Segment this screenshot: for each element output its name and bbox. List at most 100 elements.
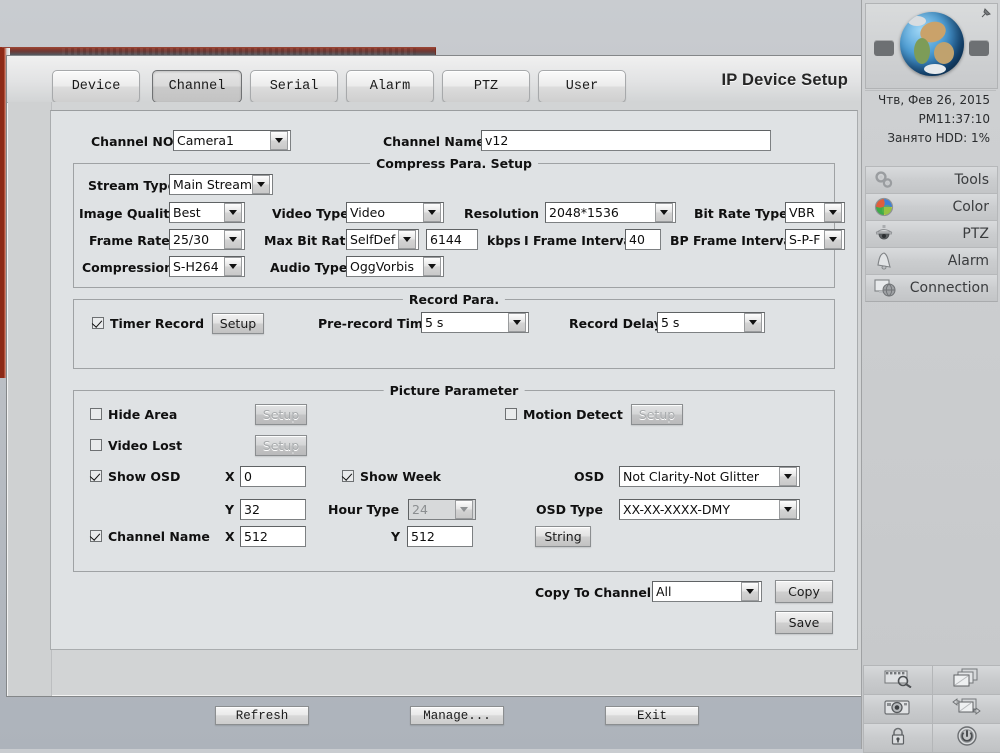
motion-detect-checkbox[interactable] bbox=[505, 408, 517, 420]
osd-type-select[interactable]: XX-XX-XXXX-DMY bbox=[619, 499, 800, 520]
tab-serial[interactable]: Serial bbox=[250, 70, 338, 103]
copy-button[interactable]: Copy bbox=[775, 580, 833, 603]
tab-user[interactable]: User bbox=[538, 70, 626, 103]
exit-button[interactable]: Exit bbox=[605, 706, 699, 725]
timer-record-checkbox[interactable] bbox=[92, 317, 104, 329]
chevron-down-icon[interactable] bbox=[423, 257, 441, 276]
resolution-select[interactable]: 2048*1536 bbox=[545, 202, 676, 223]
channel-name-input[interactable]: v12 bbox=[481, 130, 771, 151]
left-clamp-icon bbox=[874, 40, 894, 56]
chevron-down-icon[interactable] bbox=[655, 203, 673, 222]
show-osd-label: Show OSD bbox=[108, 469, 181, 484]
sidebar-item-tools[interactable]: Tools bbox=[865, 166, 998, 194]
bp-frame-interval-select[interactable]: S-P-F bbox=[785, 229, 845, 250]
right-sidebar: Чтв, Фев 26, 2015 PM11:37:10 Занято HDD:… bbox=[861, 0, 1000, 753]
bit-rate-type-select[interactable]: VBR bbox=[785, 202, 845, 223]
chevron-down-icon[interactable] bbox=[398, 230, 416, 249]
channel-no-value: Camera1 bbox=[177, 133, 235, 148]
sidebar-item-color[interactable]: Color bbox=[865, 193, 998, 221]
prerecord-time-select[interactable]: 5 s bbox=[421, 312, 529, 333]
osd-x-input[interactable]: 0 bbox=[240, 466, 306, 487]
chevron-down-icon[interactable] bbox=[824, 203, 842, 222]
gears-icon bbox=[874, 170, 894, 190]
hour-type-select[interactable]: 24 bbox=[408, 499, 476, 520]
chevron-down-icon[interactable] bbox=[252, 175, 270, 194]
chevron-down-icon[interactable] bbox=[741, 582, 759, 601]
chevron-down-icon[interactable] bbox=[455, 500, 473, 519]
max-bit-rate-mode-value: SelfDef bbox=[350, 232, 396, 247]
video-type-select[interactable]: Video bbox=[346, 202, 444, 223]
channel-name-y-input[interactable]: 512 bbox=[407, 526, 473, 547]
chevron-down-icon[interactable] bbox=[508, 313, 526, 332]
tab-device[interactable]: Device bbox=[52, 70, 140, 103]
tab-ptz[interactable]: PTZ bbox=[442, 70, 530, 103]
osd-type-label: OSD Type bbox=[536, 502, 603, 517]
dialog-body: Channel NO Camera1 Channel Name v12 Comp… bbox=[8, 102, 861, 725]
channel-name-osd-checkbox[interactable] bbox=[90, 530, 102, 542]
i-frame-interval-input[interactable]: 40 bbox=[625, 229, 661, 250]
tab-alarm-label: Alarm bbox=[369, 79, 411, 94]
exit-label: Exit bbox=[636, 708, 667, 723]
manage-label: Manage... bbox=[423, 708, 491, 723]
max-bit-rate-mode-select[interactable]: SelfDef bbox=[346, 229, 419, 250]
chevron-down-icon[interactable] bbox=[224, 257, 242, 276]
hide-area-setup-button[interactable]: Setup bbox=[255, 404, 307, 425]
pin-icon[interactable] bbox=[980, 7, 992, 19]
bit-rate-type-label: Bit Rate Type bbox=[694, 206, 788, 221]
bp-frame-interval-label: BP Frame Interval bbox=[670, 233, 797, 248]
left-gutter bbox=[8, 102, 52, 696]
timer-record-setup-button[interactable]: Setup bbox=[212, 313, 264, 334]
show-osd-checkbox[interactable] bbox=[90, 470, 102, 482]
refresh-button[interactable]: Refresh bbox=[215, 706, 309, 725]
chevron-down-icon[interactable] bbox=[224, 230, 242, 249]
frame-rate-value: 25/30 bbox=[173, 232, 210, 247]
tab-alarm[interactable]: Alarm bbox=[346, 70, 434, 103]
copy-to-channel-select[interactable]: All bbox=[652, 581, 762, 602]
channel-name-x-input[interactable]: 512 bbox=[240, 526, 306, 547]
chevron-down-icon[interactable] bbox=[270, 131, 288, 150]
video-type-value: Video bbox=[350, 205, 386, 220]
video-lost-setup-button[interactable]: Setup bbox=[255, 435, 307, 456]
snapshot-camera-button[interactable] bbox=[863, 694, 933, 724]
compression-select[interactable]: S-H264 bbox=[169, 256, 245, 277]
hide-area-checkbox[interactable] bbox=[90, 408, 102, 420]
copy-to-channel-value: All bbox=[656, 584, 672, 599]
video-lost-checkbox[interactable] bbox=[90, 439, 102, 451]
osd-select[interactable]: Not Clarity-Not Glitter bbox=[619, 466, 800, 487]
sequence-button[interactable] bbox=[932, 694, 1000, 724]
manage-button[interactable]: Manage... bbox=[410, 706, 504, 725]
chevron-down-icon[interactable] bbox=[423, 203, 441, 222]
stream-type-select[interactable]: Main Stream bbox=[169, 174, 273, 195]
audio-type-select[interactable]: OggVorbis bbox=[346, 256, 444, 277]
frame-rate-select[interactable]: 25/30 bbox=[169, 229, 245, 250]
max-bit-rate-input[interactable]: 6144 bbox=[426, 229, 478, 250]
channel-name-value: v12 bbox=[485, 133, 509, 148]
channel-no-label: Channel NO bbox=[91, 134, 174, 149]
i-frame-interval-label: I Frame Interval bbox=[524, 233, 637, 248]
tab-channel[interactable]: Channel bbox=[152, 70, 242, 103]
sidebar-item-connection[interactable]: Connection bbox=[865, 274, 998, 302]
frame-rate-label: Frame Rate bbox=[89, 233, 170, 248]
ip-device-setup-dialog: Device Channel Serial Alarm PTZ User IP … bbox=[6, 55, 863, 725]
chevron-down-icon[interactable] bbox=[779, 467, 797, 486]
multi-window-button[interactable] bbox=[932, 665, 1000, 695]
refresh-label: Refresh bbox=[235, 708, 289, 723]
chevron-down-icon[interactable] bbox=[744, 313, 762, 332]
chevron-down-icon[interactable] bbox=[224, 203, 242, 222]
record-delay-select[interactable]: 5 s bbox=[657, 312, 765, 333]
sidebar-item-alarm[interactable]: Alarm bbox=[865, 247, 998, 275]
channel-name-osd-label: Channel Name bbox=[108, 529, 210, 544]
chevron-down-icon[interactable] bbox=[824, 230, 842, 249]
osd-y-input[interactable]: 32 bbox=[240, 499, 306, 520]
motion-detect-setup-button[interactable]: Setup bbox=[631, 404, 683, 425]
image-quality-select[interactable]: Best bbox=[169, 202, 245, 223]
show-week-checkbox[interactable] bbox=[342, 470, 354, 482]
chevron-down-icon[interactable] bbox=[779, 500, 797, 519]
channel-no-select[interactable]: Camera1 bbox=[173, 130, 291, 151]
lock-icon bbox=[888, 726, 908, 751]
playback-search-button[interactable] bbox=[863, 665, 933, 695]
sidebar-item-ptz[interactable]: PTZ bbox=[865, 220, 998, 248]
save-button[interactable]: Save bbox=[775, 611, 833, 634]
string-button[interactable]: String bbox=[535, 526, 591, 547]
string-label: String bbox=[544, 529, 582, 544]
